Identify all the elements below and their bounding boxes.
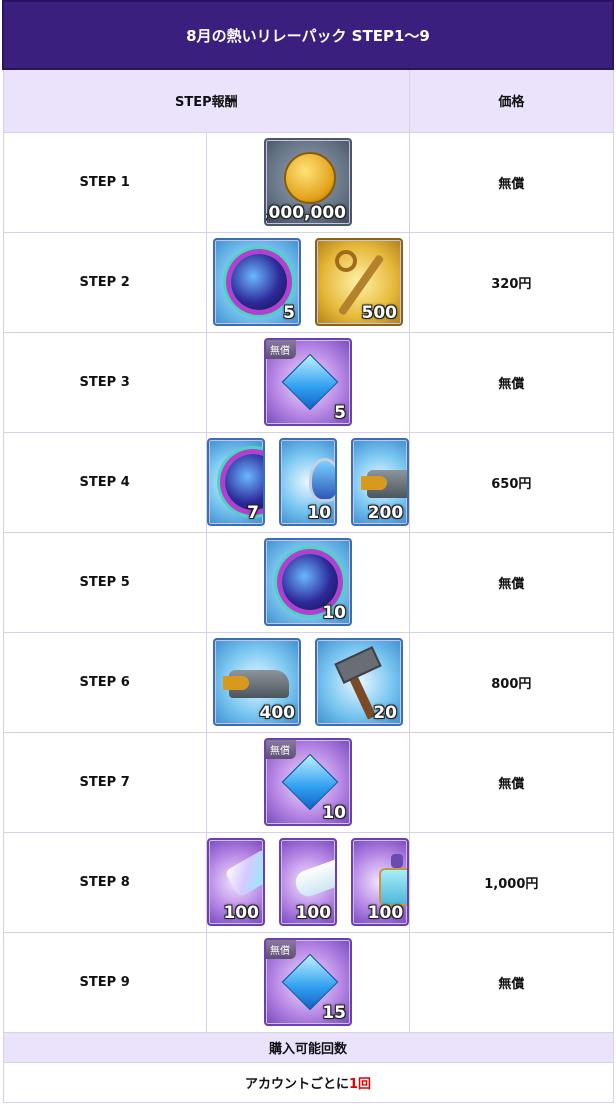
- orb-icon: 5: [212, 238, 301, 326]
- free-tag: 無償: [265, 740, 296, 759]
- step-label: STEP 6: [2, 631, 207, 733]
- item-quantity: 100: [367, 903, 404, 923]
- step-label: STEP 2: [2, 231, 207, 333]
- golden-staff-icon: 500: [314, 238, 403, 326]
- purchase-limit-prefix: アカウントごとに: [244, 1076, 349, 1092]
- crystal-icon: 100: [206, 838, 265, 926]
- item-quantity: 7: [247, 503, 259, 523]
- step-row: STEP 9 無償 15 無償: [2, 931, 614, 1033]
- item-quantity: 5: [283, 303, 295, 323]
- item-quantity: 5: [334, 403, 346, 423]
- item-quantity: 10: [322, 603, 346, 623]
- step-row: STEP 3 無償 5 無償: [2, 331, 614, 433]
- step-price: 無償: [409, 131, 614, 233]
- step-rewards: 無償 10: [205, 731, 411, 833]
- item-quantity: 200: [367, 503, 404, 523]
- step-row: STEP 4 7 10 200 650円: [2, 431, 614, 533]
- step-label: STEP 4: [2, 431, 207, 533]
- step-label: STEP 8: [2, 831, 207, 933]
- anvil-icon: 200: [351, 438, 410, 526]
- step-rewards: 10: [205, 531, 411, 633]
- price-column-header: 価格: [409, 68, 614, 133]
- step-label: STEP 3: [2, 331, 207, 433]
- item-quantity: 15: [322, 1003, 346, 1023]
- step-label: STEP 1: [2, 131, 207, 233]
- step-price: 無償: [409, 731, 614, 833]
- step-row: STEP 2 5 500 320円: [2, 231, 614, 333]
- purchase-limit-count: 1: [348, 1076, 359, 1092]
- step-label: STEP 5: [2, 531, 207, 633]
- item-quantity: 500: [361, 303, 397, 323]
- relay-pack-table: 8月の熱いリレーパック STEP1～9 STEP報酬 価格 STEP 1 5,00…: [2, 0, 614, 1103]
- step-row: STEP 8 100 100 100 1,000円: [2, 831, 614, 933]
- step-label: STEP 9: [2, 931, 207, 1033]
- page-title: 8月の熱いリレーパック STEP1～9: [2, 0, 614, 70]
- step-price: 800円: [409, 631, 614, 733]
- step-price: 1,000円: [409, 831, 614, 933]
- step-price: 320円: [409, 231, 614, 333]
- item-quantity: 10: [322, 803, 346, 823]
- step-price: 650円: [409, 431, 614, 533]
- step-price: 無償: [409, 331, 614, 433]
- free-tag: 無償: [265, 340, 296, 359]
- item-quantity: 10: [307, 503, 332, 523]
- blue-gem-icon: 無償 15: [263, 938, 352, 1026]
- item-quantity: 100: [295, 903, 332, 923]
- step-label: STEP 7: [2, 731, 207, 833]
- item-quantity: 5,000,000: [266, 203, 346, 223]
- blue-gem-icon: 無償 10: [263, 738, 352, 826]
- anvil-icon: 400: [212, 638, 301, 726]
- step-rewards: 5,000,000: [205, 131, 411, 233]
- amulet-icon: 10: [278, 438, 338, 526]
- gold-coin-icon: 5,000,000: [263, 138, 352, 226]
- purchase-limit-note: アカウントごとに1回: [2, 1061, 614, 1103]
- step-rewards: 5 500: [205, 231, 411, 333]
- reward-column-header: STEP報酬: [2, 68, 411, 133]
- step-rewards: 100 100 100: [205, 831, 411, 933]
- step-rewards: 7 10 200: [205, 431, 411, 533]
- purchase-limit-suffix: 回: [358, 1076, 372, 1092]
- step-price: 無償: [409, 531, 614, 633]
- step-rewards: 400 20: [205, 631, 411, 733]
- item-quantity: 100: [223, 903, 259, 923]
- step-rewards: 無償 5: [205, 331, 411, 433]
- step-row: STEP 7 無償 10 無償: [2, 731, 614, 833]
- step-row: STEP 5 10 無償: [2, 531, 614, 633]
- item-quantity: 20: [373, 703, 397, 723]
- orb-icon: 7: [206, 438, 265, 526]
- step-row: STEP 6 400 20 800円: [2, 631, 614, 733]
- scroll-icon: 100: [278, 838, 338, 926]
- potion-bottle-icon: 100: [351, 838, 410, 926]
- hammer-icon: 20: [314, 638, 403, 726]
- blue-gem-icon: 無償 5: [263, 338, 352, 426]
- step-rows: STEP 15,000,000無償STEP 25500320円STEP 3無償5…: [2, 131, 614, 1033]
- step-price: 無償: [409, 931, 614, 1033]
- orb-icon: 10: [263, 538, 352, 626]
- purchase-limit-heading: 購入可能回数: [2, 1031, 614, 1063]
- item-quantity: 400: [259, 703, 295, 723]
- free-tag: 無償: [265, 940, 296, 959]
- step-rewards: 無償 15: [205, 931, 411, 1033]
- step-row: STEP 1 5,000,000 無償: [2, 131, 614, 233]
